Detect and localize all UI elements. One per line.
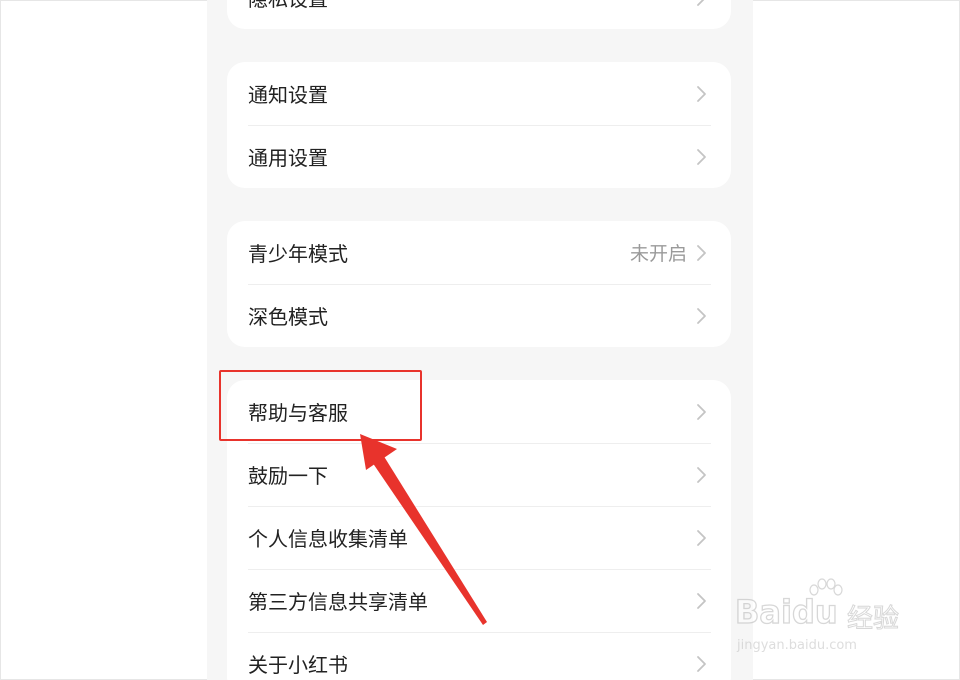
settings-item-encourage[interactable]: 鼓励一下 <box>227 443 731 506</box>
settings-item-help-support[interactable]: 帮助与客服 <box>227 380 731 443</box>
settings-item-label: 关于小红书 <box>248 653 348 677</box>
settings-item-third-party-list[interactable]: 第三方信息共享清单 <box>227 569 731 632</box>
teen-mode-status: 未开启 <box>629 243 687 265</box>
settings-item-label: 个人信息收集清单 <box>248 527 408 551</box>
chevron-right-icon <box>695 529 707 547</box>
settings-item-label: 鼓励一下 <box>248 464 328 488</box>
settings-item-privacy[interactable]: 隐私设置 <box>227 0 731 29</box>
paw-logo-icon <box>809 578 843 596</box>
settings-item-personal-info-list[interactable]: 个人信息收集清单 <box>227 506 731 569</box>
chevron-right-icon <box>695 466 707 484</box>
settings-group-about: 帮助与客服 鼓励一下 个人信息收集清单 第三方信息共享清单 关于小红书 <box>227 380 731 680</box>
settings-item-dark-mode[interactable]: 深色模式 <box>227 284 731 347</box>
settings-item-general[interactable]: 通用设置 <box>227 125 731 188</box>
settings-item-about[interactable]: 关于小红书 <box>227 632 731 680</box>
settings-item-label: 通用设置 <box>248 146 328 170</box>
settings-item-label: 通知设置 <box>248 83 328 107</box>
watermark-suffix: 经验 <box>846 604 900 635</box>
chevron-right-icon <box>695 148 707 166</box>
chevron-right-icon <box>695 0 707 7</box>
settings-item-label: 帮助与客服 <box>248 401 348 425</box>
chevron-right-icon <box>695 85 707 103</box>
settings-item-teen-mode[interactable]: 青少年模式 未开启 <box>227 221 731 284</box>
settings-group-privacy: 隐私设置 <box>227 0 731 29</box>
settings-item-notification[interactable]: 通知设置 <box>227 62 731 125</box>
chevron-right-icon <box>695 592 707 610</box>
settings-item-label: 隐私设置 <box>248 0 695 12</box>
settings-item-label: 深色模式 <box>248 305 328 329</box>
baidu-jingyan-watermark: Baidu 经验 jingyan.baidu.com <box>734 578 915 668</box>
settings-group-general: 通知设置 通用设置 <box>227 62 731 188</box>
watermark-url: jingyan.baidu.com <box>737 638 857 653</box>
chevron-right-icon <box>695 655 707 673</box>
settings-group-modes: 青少年模式 未开启 深色模式 <box>227 221 731 347</box>
chevron-right-icon <box>695 307 707 325</box>
chevron-right-icon <box>695 244 707 262</box>
settings-item-label: 第三方信息共享清单 <box>248 590 428 614</box>
settings-screen: 隐私设置 通知设置 通用设置 青少年模式 未开启 <box>207 0 753 680</box>
chevron-right-icon <box>695 403 707 421</box>
settings-item-label: 青少年模式 <box>248 242 348 266</box>
